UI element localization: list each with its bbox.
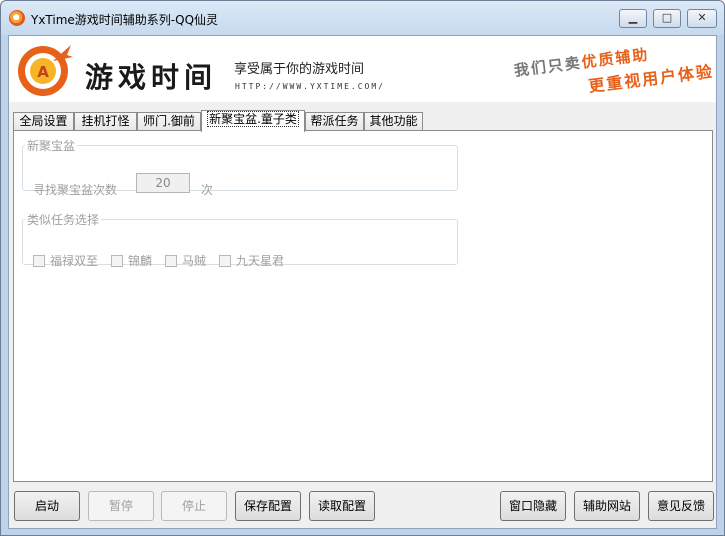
group-legend: 新聚宝盆 [27,139,76,153]
logo-letter: A [37,63,49,81]
banner-slogan: 享受属于你的游戏时间 [234,62,365,77]
game-time-logo-icon: A [18,45,73,96]
feedback-button[interactable]: 意见反馈 [648,491,714,521]
checkbox-box[interactable] [111,254,123,267]
search-count-label: 寻找聚宝盆次数 [33,183,118,197]
load-config-button[interactable]: 读取配置 [309,491,375,521]
similar-task-group: 类似任务选择 福禄双至 锦麟 马贼 九天星君 [22,211,458,268]
tab-treasure-bowl[interactable]: 新聚宝盆.童子类 [201,110,305,132]
search-count-unit: 次 [201,183,214,197]
checkbox-fulu-shuangzhi[interactable]: 福禄双至 [33,252,98,269]
search-count-input[interactable]: 20 [136,173,190,193]
tab-guild-tasks[interactable]: 帮派任务 [305,112,364,131]
tab-panel: 新聚宝盆 寻找聚宝盆次数 20 次 类似任务选择 福禄双至 锦麟 马贼 九天星君 [13,130,713,482]
app-logo-icon [9,10,25,26]
tab-auto-fight[interactable]: 挂机打怪 [74,112,137,131]
banner-tagline: 我们只卖优质辅助 更重视用户体验 [504,36,716,102]
maximize-button[interactable]: □ [653,9,681,28]
tab-sect-court[interactable]: 师门.御前 [137,112,201,131]
minimize-button[interactable]: ▁ [619,9,647,28]
checkbox-box[interactable] [165,254,177,267]
app-window: YxTime游戏时间辅助系列-QQ仙灵 ▁ □ ✕ A 游戏时间 享受属于你的游… [0,0,725,536]
tab-strip: 全局设置 挂机打怪 师门.御前 新聚宝盆.童子类 帮派任务 其他功能 [13,110,713,132]
hide-window-button[interactable]: 窗口隐藏 [500,491,566,521]
stop-button[interactable]: 停止 [161,491,227,521]
logo-text: 游戏时间 [85,61,218,94]
checkbox-jiutian-xingjun[interactable]: 九天星君 [219,252,284,269]
banner-url: HTTP://WWW.YXTIME.COM/ [235,82,385,91]
tagline-prefix: 我们只卖 [513,53,583,80]
checkbox-mazei[interactable]: 马贼 [165,252,206,269]
window-title: YxTime游戏时间辅助系列-QQ仙灵 [31,13,219,27]
start-button[interactable]: 启动 [14,491,80,521]
treasure-bowl-group: 新聚宝盆 寻找聚宝盆次数 20 次 [22,137,458,197]
checkbox-box[interactable] [33,254,45,267]
website-button[interactable]: 辅助网站 [574,491,640,521]
banner: A 游戏时间 享受属于你的游戏时间 HTTP://WWW.YXTIME.COM/… [9,36,716,102]
save-config-button[interactable]: 保存配置 [235,491,301,521]
checkbox-box[interactable] [219,254,231,267]
tab-global-settings[interactable]: 全局设置 [13,112,74,131]
pause-button[interactable]: 暂停 [88,491,154,521]
group-legend: 类似任务选择 [27,213,100,227]
tab-other-functions[interactable]: 其他功能 [364,112,423,131]
title-bar[interactable]: YxTime游戏时间辅助系列-QQ仙灵 ▁ □ ✕ [1,1,724,35]
checkbox-jinlin[interactable]: 锦麟 [111,252,152,269]
close-button[interactable]: ✕ [687,9,717,28]
client-area: A 游戏时间 享受属于你的游戏时间 HTTP://WWW.YXTIME.COM/… [8,35,717,529]
